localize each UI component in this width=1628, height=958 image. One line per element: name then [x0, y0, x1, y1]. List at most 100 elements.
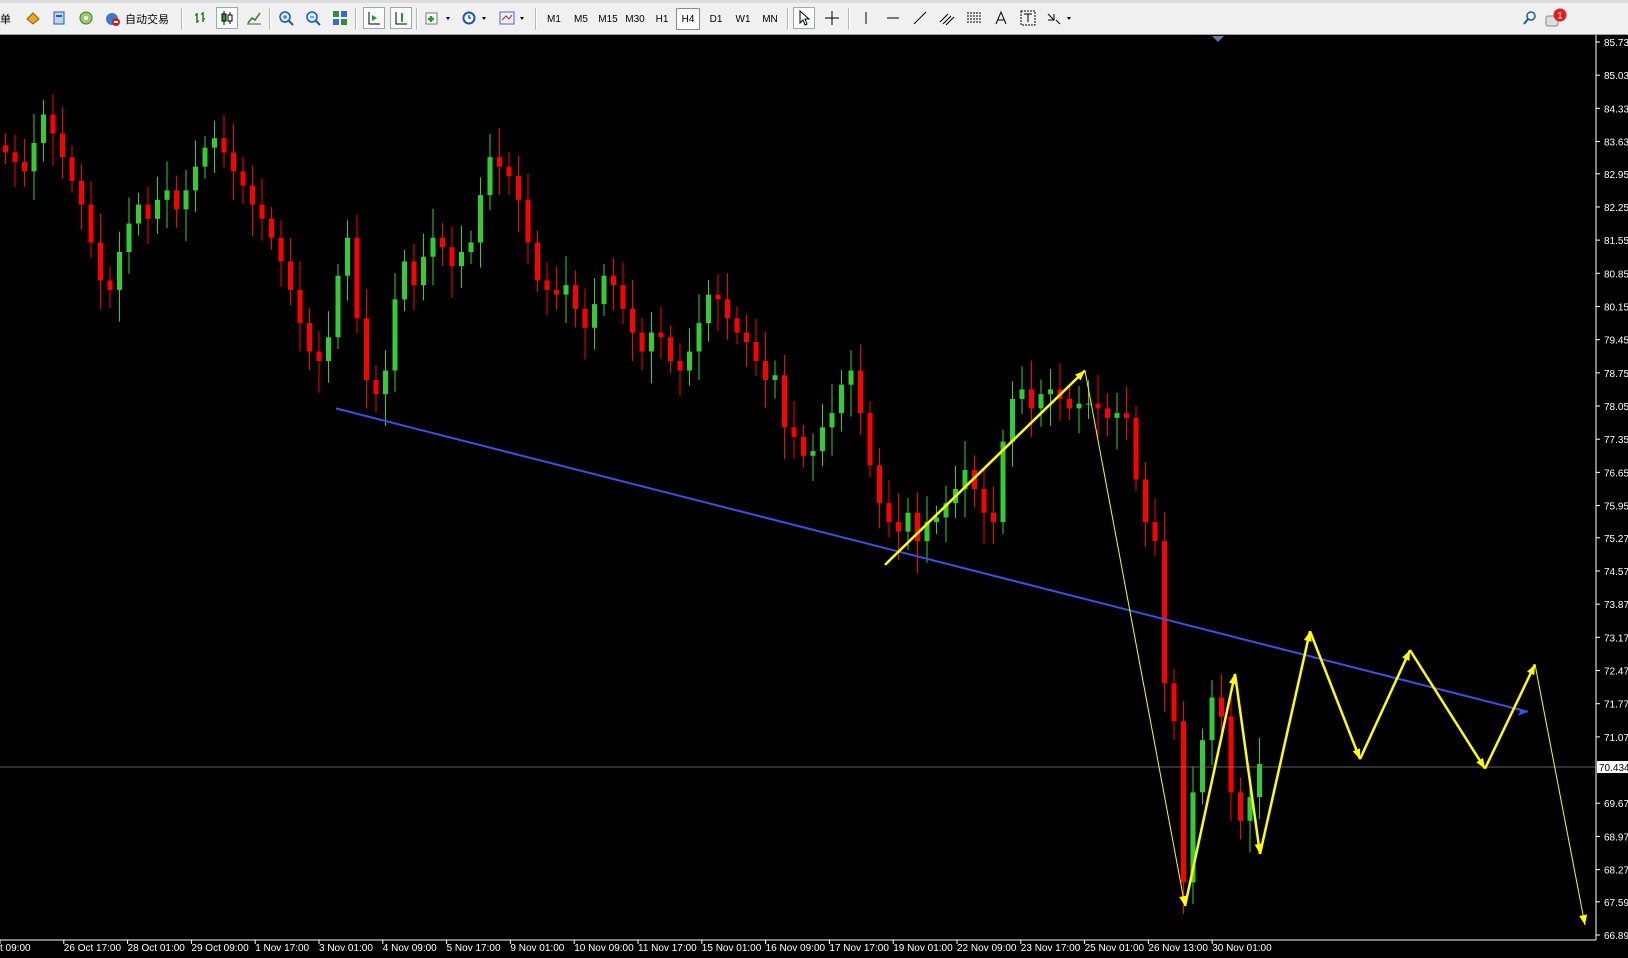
- candle-bullish: [1200, 728, 1205, 805]
- auto-scroll-button[interactable]: [363, 7, 385, 29]
- chart-shift-marker[interactable]: [1212, 36, 1224, 42]
- candle-body: [763, 360, 768, 380]
- bar-chart-button[interactable]: [189, 7, 211, 29]
- search-button[interactable]: [1519, 7, 1541, 29]
- candle-bullish: [810, 433, 816, 481]
- candle-bearish: [69, 145, 75, 193]
- candle-body: [1162, 541, 1167, 684]
- text-label-button[interactable]: [1017, 7, 1039, 29]
- tile-windows-button[interactable]: [329, 7, 351, 29]
- candle-bearish: [763, 332, 768, 409]
- candle-bearish: [316, 331, 322, 393]
- fibonacci-icon: [967, 12, 981, 23]
- notification-button[interactable]: 1: [1544, 7, 1568, 29]
- equidistant-channel-button[interactable]: [936, 7, 958, 29]
- candle-body: [810, 451, 816, 456]
- chart-shift-button[interactable]: [390, 7, 412, 29]
- line-chart-button[interactable]: [243, 7, 265, 29]
- timeframe-mn[interactable]: MN: [757, 8, 783, 30]
- price-axis: 85.730 85.030 84.330 83.630 82.950 82.250 81.5…: [1595, 35, 1628, 942]
- trendline-segment[interactable]: [335, 407, 1529, 713]
- candle-bearish: [12, 134, 18, 188]
- periods-button[interactable]: [459, 7, 491, 29]
- candle-bearish: [858, 344, 863, 435]
- candle-body: [886, 503, 892, 523]
- candle-bearish: [573, 270, 578, 328]
- candle-body: [307, 323, 312, 352]
- current-price-tag: 70.434: [1597, 761, 1628, 774]
- price-chart[interactable]: 85.730 85.030 84.330 83.630 82.950 82.250 81.5…: [0, 35, 1628, 958]
- auto-trading-button[interactable]: 自动交易: [104, 8, 169, 30]
- candle-body: [22, 161, 27, 172]
- candle-body: [373, 379, 379, 395]
- candle-body: [981, 488, 987, 513]
- search-icon: [1523, 11, 1536, 25]
- candle-bearish: [886, 479, 892, 538]
- candle-body: [411, 261, 417, 286]
- candle-bearish: [734, 306, 740, 345]
- data-window-button[interactable]: [75, 7, 97, 29]
- navigator-icon: [53, 11, 65, 25]
- candle-bullish: [829, 384, 835, 456]
- candle-body: [60, 133, 65, 158]
- fibonacci-button[interactable]: [963, 7, 985, 29]
- candlestick-button[interactable]: [216, 7, 238, 29]
- candle-body: [164, 190, 170, 200]
- candle-bullish: [1257, 737, 1262, 819]
- cursor-button[interactable]: [793, 7, 815, 29]
- candle-bearish: [582, 288, 588, 360]
- zoom-in-button[interactable]: [275, 7, 297, 29]
- candle-bullish: [478, 177, 483, 268]
- vertical-line-button[interactable]: [855, 7, 877, 29]
- arrows-button[interactable]: [1044, 7, 1076, 29]
- yellow-projection-path[interactable]: [884, 369, 1588, 926]
- trendline-button[interactable]: [909, 7, 931, 29]
- candle-body: [1238, 792, 1243, 821]
- navigator-button[interactable]: [48, 7, 70, 29]
- candle-bullish: [345, 220, 350, 301]
- chart-shift-icon: [395, 12, 407, 25]
- candle-body: [791, 427, 797, 437]
- candle-bullish: [202, 135, 208, 179]
- timeframe-m15-label: M15: [598, 13, 618, 25]
- crosshair-button[interactable]: [821, 7, 843, 29]
- candle-body: [744, 332, 749, 343]
- candle-body: [1105, 408, 1110, 418]
- timeframe-m1[interactable]: M1: [542, 8, 566, 30]
- timeframe-m15[interactable]: M15: [595, 8, 621, 30]
- templates-button[interactable]: [497, 7, 529, 29]
- auto-trading-label: 自动交易: [125, 13, 169, 26]
- timeframe-m30-label: M30: [625, 13, 645, 25]
- market-watch-button[interactable]: [22, 7, 44, 29]
- projection-segment: [1233, 673, 1262, 855]
- timeframe-h1[interactable]: H1: [650, 8, 674, 30]
- market-watch-icon: [26, 12, 40, 25]
- candle-bullish: [962, 441, 968, 518]
- menu-fragment[interactable]: 单: [0, 8, 11, 30]
- candle-body: [677, 360, 683, 371]
- indicators-button[interactable]: [423, 7, 455, 29]
- candle-body: [392, 299, 398, 371]
- timeframe-h4[interactable]: H4: [676, 8, 700, 30]
- horizontal-line-button[interactable]: [882, 7, 904, 29]
- bar-chart-icon: [195, 12, 205, 23]
- timeframe-w1[interactable]: W1: [731, 8, 755, 30]
- projection-segment: [884, 369, 1086, 566]
- candle-bearish: [620, 261, 626, 325]
- zoom-out-button[interactable]: [302, 7, 324, 29]
- price-label: 74.570: [1604, 567, 1628, 578]
- auto-scroll-icon: [368, 12, 380, 25]
- blue-trendline[interactable]: [335, 407, 1529, 716]
- candle-body: [250, 185, 255, 205]
- timeframe-m30[interactable]: M30: [622, 8, 648, 30]
- timeframe-d1[interactable]: D1: [704, 8, 728, 30]
- time-label: 26 Nov 13:00: [1148, 943, 1208, 954]
- candle-body: [402, 261, 407, 300]
- timeframe-m5[interactable]: M5: [569, 8, 593, 30]
- candle-body: [1095, 403, 1101, 409]
- candle-body: [1067, 398, 1072, 409]
- candle-body: [1010, 398, 1015, 442]
- candle-bullish: [468, 230, 474, 264]
- text-button[interactable]: [990, 7, 1012, 29]
- candle-body: [630, 308, 635, 333]
